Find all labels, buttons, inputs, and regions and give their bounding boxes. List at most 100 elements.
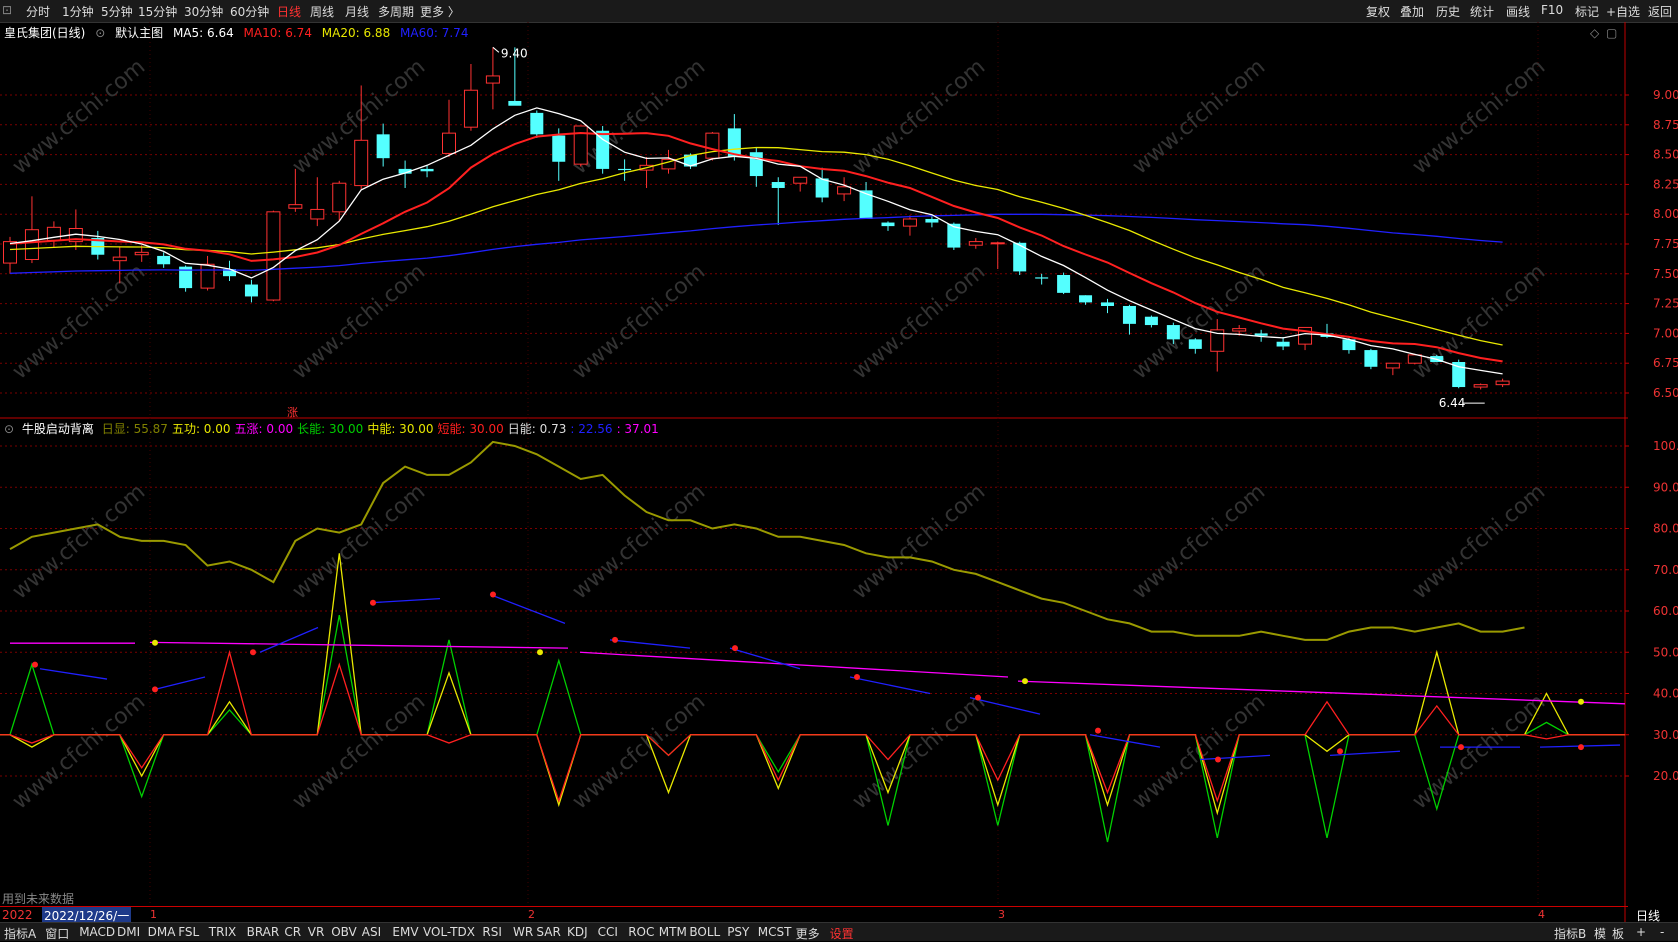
panel-button[interactable]: + bbox=[1636, 925, 1646, 939]
indicator-axis-label: 70.00 bbox=[1653, 563, 1678, 577]
watermark: www.cfchi.com bbox=[848, 54, 990, 179]
month-tick: 1 bbox=[150, 908, 157, 921]
candle-down bbox=[530, 112, 544, 135]
indicator-tab[interactable]: MCST bbox=[758, 925, 792, 939]
watermark: www.cfchi.com bbox=[288, 479, 430, 604]
indicator-value: 短能: 30.00 bbox=[437, 422, 504, 436]
candle-down bbox=[1079, 295, 1093, 303]
indicator-tab[interactable]: VR bbox=[308, 925, 325, 939]
indicator-axis-label: 50.00 bbox=[1653, 645, 1678, 659]
chart-canvas[interactable]: 9.00 8.75 8.50 8.25 8.00 7.75 7.50 7.25 7.00 6.75… bbox=[0, 0, 1678, 922]
indicator-tab[interactable]: ASI bbox=[362, 925, 381, 939]
watermark: www.cfchi.com bbox=[568, 479, 710, 604]
high-arrow bbox=[492, 46, 500, 53]
indicator-tab[interactable]: CCI bbox=[598, 925, 618, 939]
indicator-tab[interactable]: OBV bbox=[331, 925, 357, 939]
watermark: www.cfchi.com bbox=[848, 259, 990, 384]
indicator-tab[interactable]: PSY bbox=[727, 925, 749, 939]
indicator-axis-label: 60.00 bbox=[1653, 604, 1678, 618]
indicator-axis-label: 90.00 bbox=[1653, 480, 1678, 494]
watermark: www.cfchi.com bbox=[288, 689, 430, 814]
candle-down bbox=[420, 168, 434, 172]
candle-down bbox=[508, 100, 522, 106]
price-axis-label: 8.25 bbox=[1653, 177, 1678, 191]
indicator-tab[interactable]: WR bbox=[513, 925, 533, 939]
panel-button[interactable]: 模 bbox=[1594, 925, 1606, 942]
watermark: www.cfchi.com bbox=[1128, 479, 1270, 604]
panel-button[interactable]: - bbox=[1660, 925, 1664, 939]
candle-up bbox=[463, 89, 478, 128]
indicator-tab[interactable]: MACD bbox=[79, 925, 115, 939]
price-axis-label: 6.50 bbox=[1653, 386, 1678, 400]
indicator-toggle-icon[interactable]: ⊙ bbox=[4, 422, 14, 436]
indicator-axis-label: 100.0 bbox=[1653, 439, 1678, 453]
candle-up bbox=[134, 251, 149, 256]
candle-down bbox=[881, 222, 895, 227]
divergence-line bbox=[149, 641, 569, 649]
indicator-tab[interactable]: 更多 bbox=[796, 925, 820, 942]
indicator-tab[interactable]: CR bbox=[284, 925, 301, 939]
watermark: www.cfchi.com bbox=[8, 259, 150, 384]
watermark: www.cfchi.com bbox=[1408, 689, 1550, 814]
candle-up bbox=[573, 125, 588, 165]
indicator-name[interactable]: 牛股启动背离 bbox=[22, 422, 94, 436]
candle-up bbox=[485, 75, 500, 84]
candle-up bbox=[24, 229, 39, 260]
date-prefix: 2022 bbox=[2, 908, 33, 922]
signal-dot bbox=[1578, 744, 1584, 751]
indicator-tab[interactable]: DMI bbox=[117, 925, 140, 939]
indicator-tab[interactable]: MTM bbox=[659, 925, 687, 939]
indicator-value: 中能: 30.00 bbox=[367, 422, 434, 436]
indicator-tab[interactable]: TRIX bbox=[209, 925, 236, 939]
trend-segment bbox=[609, 639, 691, 649]
indicator-value: : 37.01 bbox=[616, 422, 659, 436]
indicator-axis-label: 20.00 bbox=[1653, 769, 1678, 783]
indicator-tab[interactable]: EMV bbox=[392, 925, 418, 939]
candle-up bbox=[354, 139, 369, 187]
signal-dot bbox=[612, 636, 618, 643]
divergence-line bbox=[579, 651, 1009, 678]
indicator-tab[interactable]: FSL bbox=[178, 925, 199, 939]
candle-down bbox=[1166, 325, 1180, 340]
indicator-tab[interactable]: 窗口 bbox=[45, 925, 69, 942]
signal-dot bbox=[490, 591, 496, 598]
price-axis-label: 8.50 bbox=[1653, 148, 1678, 162]
trend-segment bbox=[369, 597, 441, 604]
candle-down bbox=[749, 152, 763, 177]
indicator-tab[interactable]: BRAR bbox=[247, 925, 280, 939]
indicator-tab[interactable]: DMA bbox=[148, 925, 176, 939]
indicator-tab[interactable]: SAR bbox=[536, 925, 560, 939]
candle-up bbox=[310, 208, 325, 220]
panel-button[interactable]: 指标B bbox=[1554, 925, 1586, 942]
watermark: www.cfchi.com bbox=[8, 54, 150, 179]
zhang-marker: 涨 bbox=[287, 406, 298, 419]
indicator-tab[interactable]: ROC bbox=[628, 925, 654, 939]
signal-dot bbox=[537, 649, 543, 656]
indicator-tab[interactable]: KDJ bbox=[567, 925, 588, 939]
indicator-value: : 22.56 bbox=[570, 422, 613, 436]
indicator-tab[interactable]: 设置 bbox=[830, 925, 854, 942]
indicator-tab[interactable]: BOLL bbox=[689, 925, 720, 939]
price-axis-label: 7.75 bbox=[1653, 237, 1678, 251]
month-tick: 3 bbox=[998, 908, 1005, 921]
watermark: www.cfchi.com bbox=[1128, 54, 1270, 179]
signal-dot bbox=[1578, 698, 1584, 705]
price-axis-label: 9.00 bbox=[1653, 88, 1678, 102]
date-axis[interactable]: 2022 2022/12/26/一 1234 bbox=[0, 906, 1628, 924]
candle-down bbox=[618, 168, 632, 171]
candle-down bbox=[596, 130, 610, 169]
indicator-tab[interactable]: RSI bbox=[482, 925, 502, 939]
panel-button[interactable]: 板 bbox=[1612, 925, 1624, 942]
candle-up bbox=[1385, 362, 1400, 369]
trend-segment bbox=[849, 676, 931, 695]
watermark: www.cfchi.com bbox=[1408, 259, 1550, 384]
candle-up bbox=[112, 256, 127, 262]
indicator-value: 五功: 0.00 bbox=[171, 422, 231, 436]
watermark: www.cfchi.com bbox=[8, 479, 150, 604]
signal-dot bbox=[732, 645, 738, 652]
indicator-tab[interactable]: 指标A bbox=[4, 925, 36, 942]
watermark: www.cfchi.com bbox=[848, 479, 990, 604]
candle-up bbox=[902, 218, 917, 227]
candle-down bbox=[1144, 316, 1158, 326]
indicator-tab[interactable]: VOL-TDX bbox=[423, 925, 475, 939]
